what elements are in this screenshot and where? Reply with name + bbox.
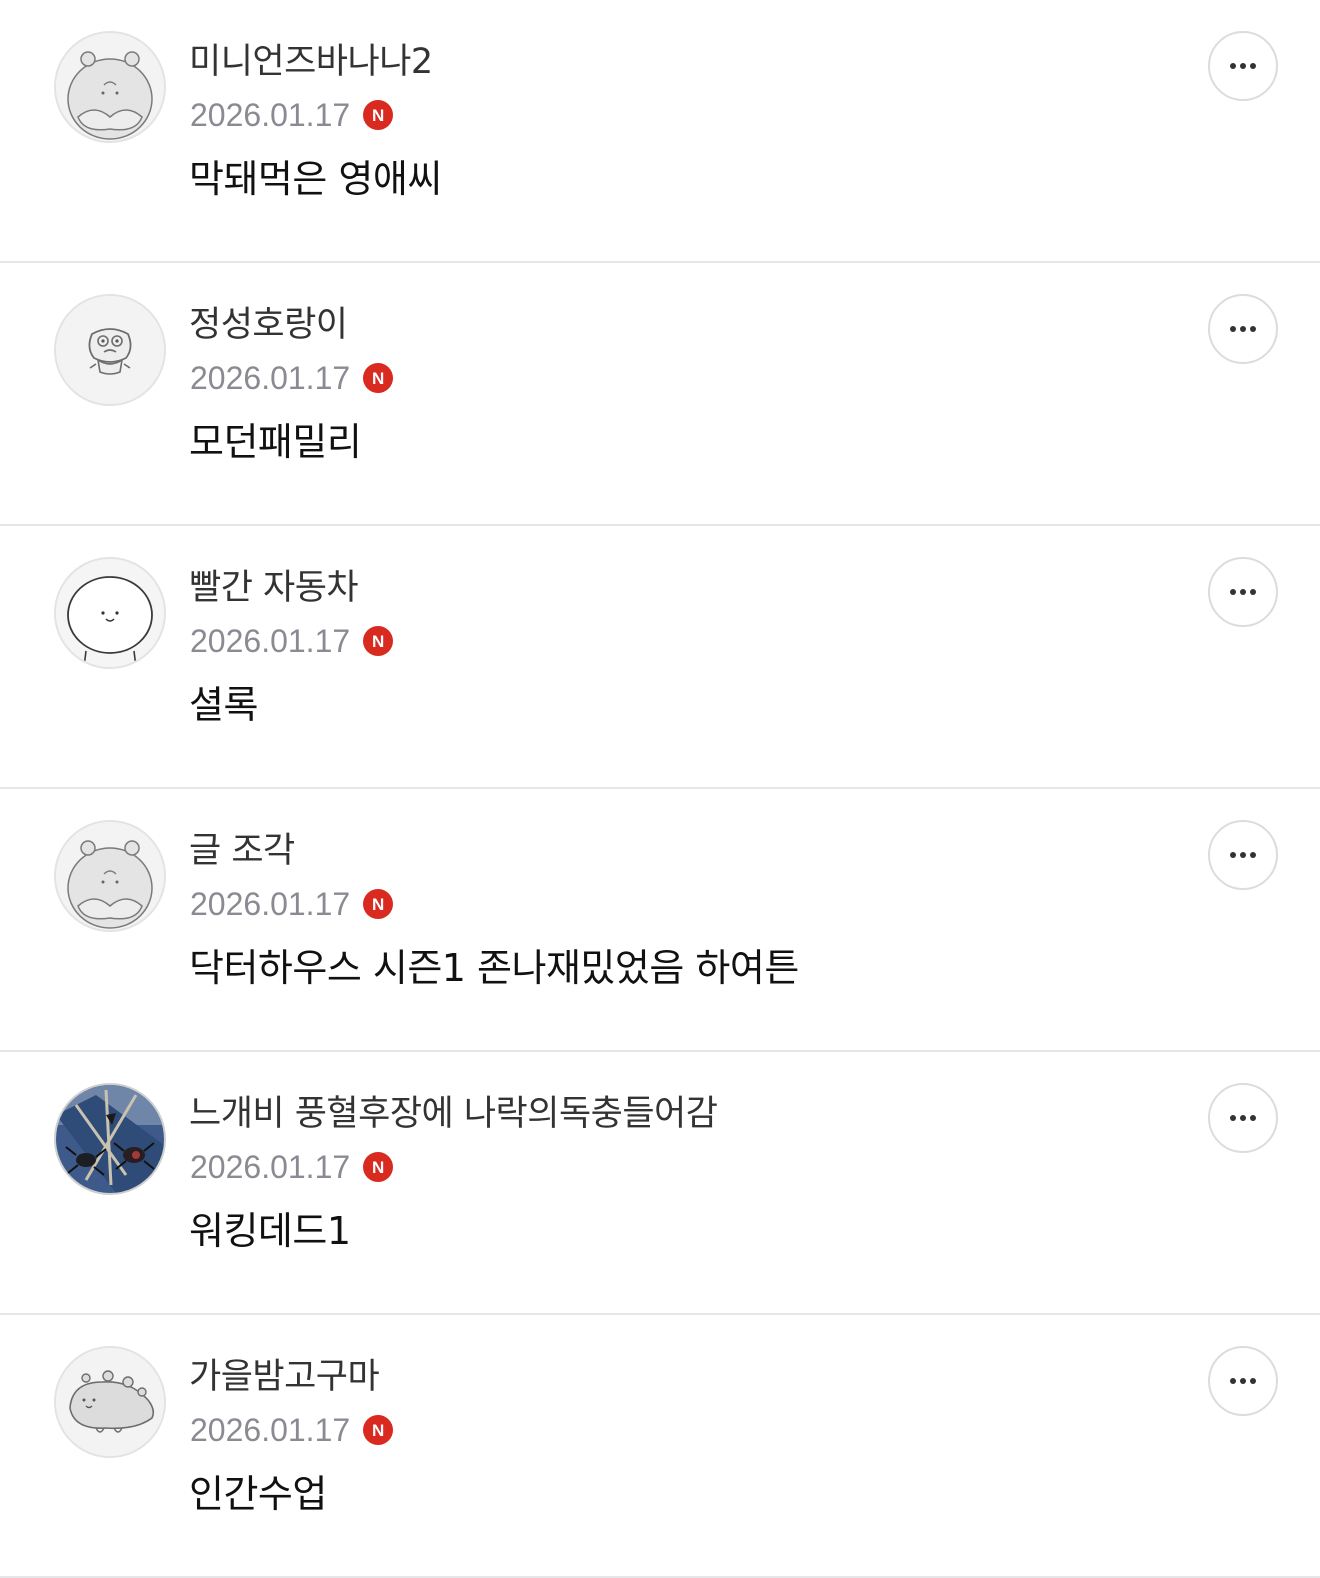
tiger-avatar-icon[interactable]: [54, 294, 166, 406]
new-badge: N: [363, 1152, 394, 1182]
comment-meta: 2026.01.17 N: [190, 1410, 394, 1450]
hamster-avatar-icon[interactable]: [54, 31, 166, 143]
comment-text: 워킹데드1: [189, 1209, 351, 1253]
new-badge: N: [363, 1415, 394, 1445]
more-options-button[interactable]: [1208, 294, 1278, 364]
comment-list: 미니언즈바나나2 2026.01.17 N 막돼먹은 영애씨 정성호랑이 202…: [0, 0, 1320, 1578]
comment-meta: 2026.01.17 N: [190, 884, 394, 924]
comment-meta: 2026.01.17 N: [190, 358, 394, 398]
bear-avatar-icon[interactable]: [54, 557, 166, 669]
comment-author[interactable]: 가을밤고구마: [189, 1357, 380, 1397]
comment-item: 느개비 풍혈후장에 나락의독충들어감 2026.01.17 N 워킹데드1: [0, 1052, 1320, 1315]
more-options-button[interactable]: [1208, 820, 1278, 890]
comment-date: 2026.01.17: [190, 360, 351, 396]
comment-item: 글 조각 2026.01.17 N 닥터하우스 시즌1 존나재밌었음 하여튼: [0, 789, 1320, 1052]
comment-item: 가을밤고구마 2026.01.17 N 인간수업: [0, 1315, 1320, 1578]
more-horizontal-icon: [1230, 589, 1256, 595]
insect-photo-avatar[interactable]: [54, 1083, 166, 1195]
comment-item: 정성호랑이 2026.01.17 N 모던패밀리: [0, 263, 1320, 526]
comment-text: 막돼먹은 영애씨: [189, 157, 442, 201]
comment-date: 2026.01.17: [190, 97, 351, 133]
comment-text: 인간수업: [189, 1472, 327, 1516]
comment-item: 미니언즈바나나2 2026.01.17 N 막돼먹은 영애씨: [0, 0, 1320, 263]
comment-meta: 2026.01.17 N: [190, 95, 394, 135]
more-horizontal-icon: [1230, 852, 1256, 858]
comment-date: 2026.01.17: [190, 1149, 351, 1185]
new-badge: N: [363, 889, 394, 919]
comment-date: 2026.01.17: [190, 886, 351, 922]
comment-author[interactable]: 빨간 자동차: [189, 568, 359, 608]
comment-author[interactable]: 정성호랑이: [189, 305, 348, 345]
comment-text: 닥터하우스 시즌1 존나재밌었음 하여튼: [189, 946, 799, 990]
comment-author[interactable]: 글 조각: [189, 831, 295, 871]
more-horizontal-icon: [1230, 1115, 1256, 1121]
dinosaur-avatar-icon[interactable]: [54, 1346, 166, 1458]
comment-author[interactable]: 느개비 풍혈후장에 나락의독충들어감: [189, 1094, 718, 1134]
comment-date: 2026.01.17: [190, 623, 351, 659]
comment-meta: 2026.01.17 N: [190, 1147, 394, 1187]
comment-author[interactable]: 미니언즈바나나2: [189, 42, 433, 82]
hamster-avatar-icon[interactable]: [54, 820, 166, 932]
more-horizontal-icon: [1230, 1378, 1256, 1384]
more-horizontal-icon: [1230, 326, 1256, 332]
more-options-button[interactable]: [1208, 1346, 1278, 1416]
more-horizontal-icon: [1230, 63, 1256, 69]
comment-date: 2026.01.17: [190, 1412, 351, 1448]
comment-text: 셜록: [189, 683, 258, 727]
more-options-button[interactable]: [1208, 557, 1278, 627]
new-badge: N: [363, 100, 394, 130]
new-badge: N: [363, 626, 394, 656]
comment-text: 모던패밀리: [189, 420, 362, 464]
more-options-button[interactable]: [1208, 1083, 1278, 1153]
more-options-button[interactable]: [1208, 31, 1278, 101]
new-badge: N: [363, 363, 394, 393]
comment-item: 빨간 자동차 2026.01.17 N 셜록: [0, 526, 1320, 789]
comment-meta: 2026.01.17 N: [190, 621, 394, 661]
